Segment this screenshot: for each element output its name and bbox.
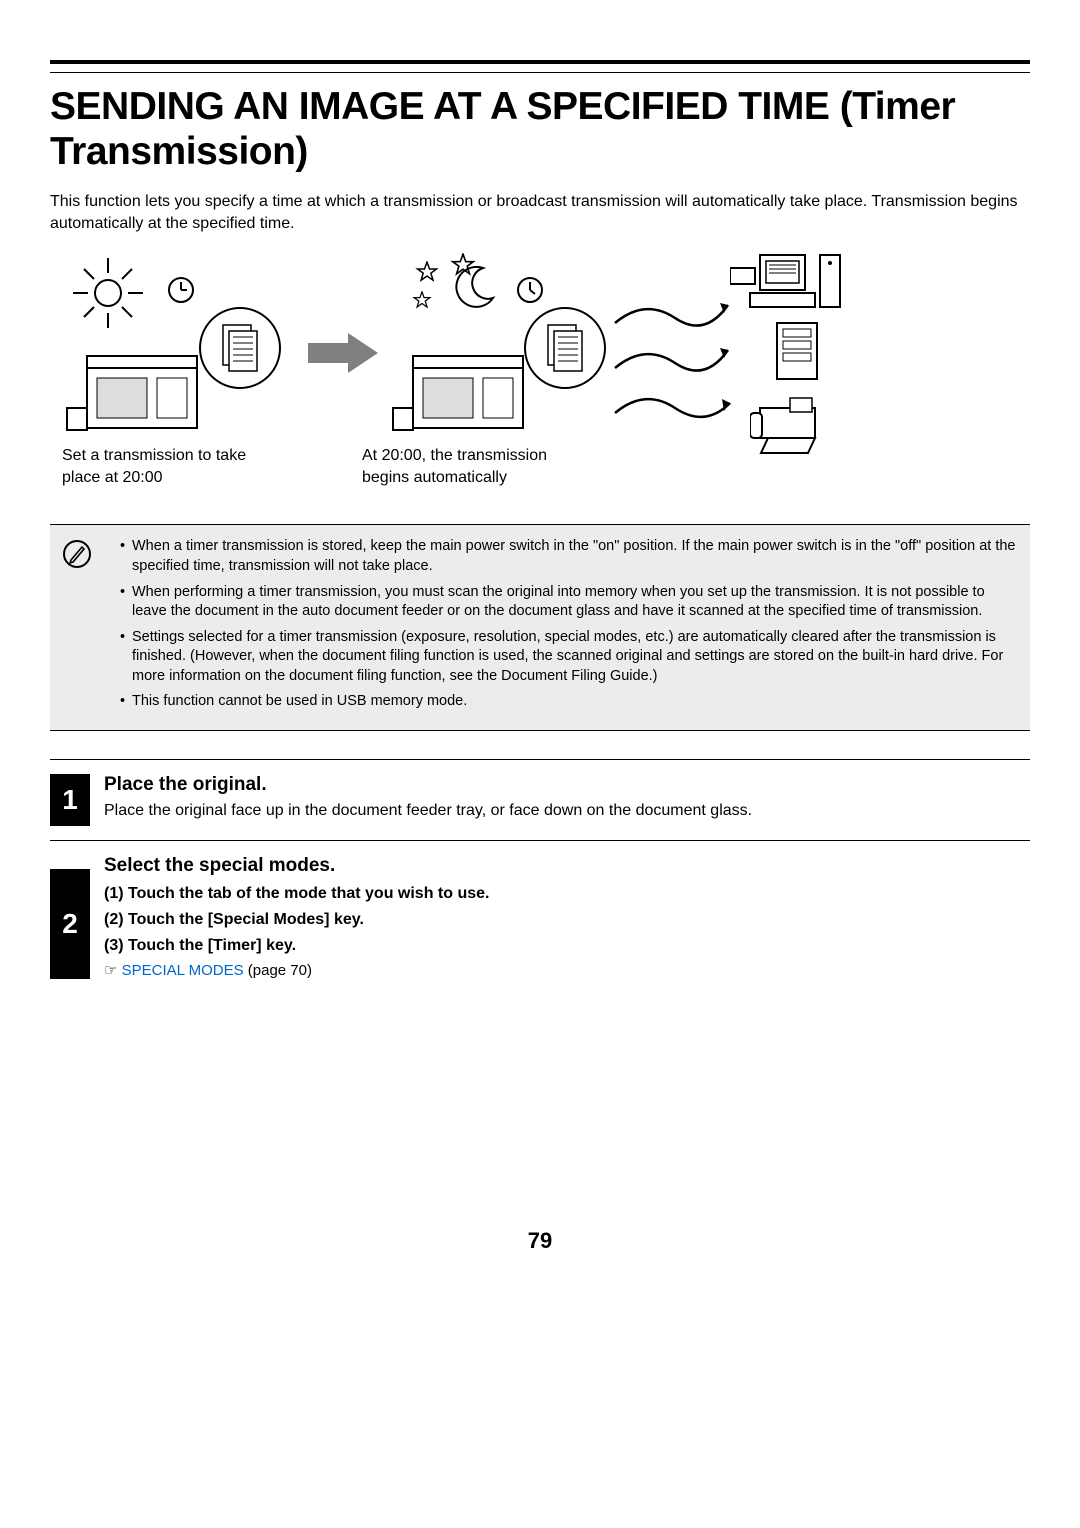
substep: (1) Touch the tab of the mode that you w… [104,885,1030,903]
step-title: Place the original. [104,774,1030,796]
star-icon [412,291,432,311]
special-modes-link[interactable]: SPECIAL MODES [122,962,244,979]
info-bullet: This function cannot be used in USB memo… [120,692,1018,712]
step-number: 2 [50,869,90,979]
intro-paragraph: This function lets you specify a time at… [50,191,1030,236]
step-number: 1 [50,774,90,826]
document-balloon-icon [520,303,610,393]
info-note-box: When a timer transmission is stored, kee… [50,524,1030,731]
server-icon [775,321,819,381]
rule-top-thin [50,72,1030,73]
substep: (2) Touch the [Special Modes] key. [104,911,1030,929]
substep: (3) Touch the [Timer] key. [104,937,1030,955]
fax-icon [750,393,830,458]
step-2: 2 Select the special modes. (1) Touch th… [50,841,1030,1008]
arrow-right-icon [308,333,378,373]
clock-icon [515,275,545,305]
moon-icon [448,263,498,313]
link-page-suffix: (page 70) [244,962,312,979]
star-icon [415,261,439,285]
clock-icon [166,275,196,305]
note-pencil-icon [62,539,92,718]
info-bullet: Settings selected for a timer transmissi… [120,628,1018,687]
page-number: 79 [50,1228,1030,1254]
step-title: Select the special modes. [104,855,1030,877]
info-bullet: When performing a timer transmission, yo… [120,583,1018,622]
document-balloon-icon [195,303,285,393]
diagram-caption-2: At 20:00, the transmission begins automa… [362,445,592,488]
step-description: Place the original face up in the docume… [104,802,1030,820]
rule-top-thick [50,60,1030,64]
diagram-area: Set a transmission to take place at 20:0… [50,253,1030,478]
computer-icon [730,253,850,313]
pointer-icon: ☞ [104,962,122,979]
step-1: 1 Place the original. Place the original… [50,760,1030,840]
diagram-caption-1: Set a transmission to take place at 20:0… [62,445,262,488]
info-bullet: When a timer transmission is stored, kee… [120,537,1018,576]
cross-reference: ☞ SPECIAL MODES (page 70) [104,961,1030,979]
sun-icon [68,253,148,333]
page-title: SENDING AN IMAGE AT A SPECIFIED TIME (Ti… [50,85,1030,175]
transmission-arrows-icon [610,293,740,433]
